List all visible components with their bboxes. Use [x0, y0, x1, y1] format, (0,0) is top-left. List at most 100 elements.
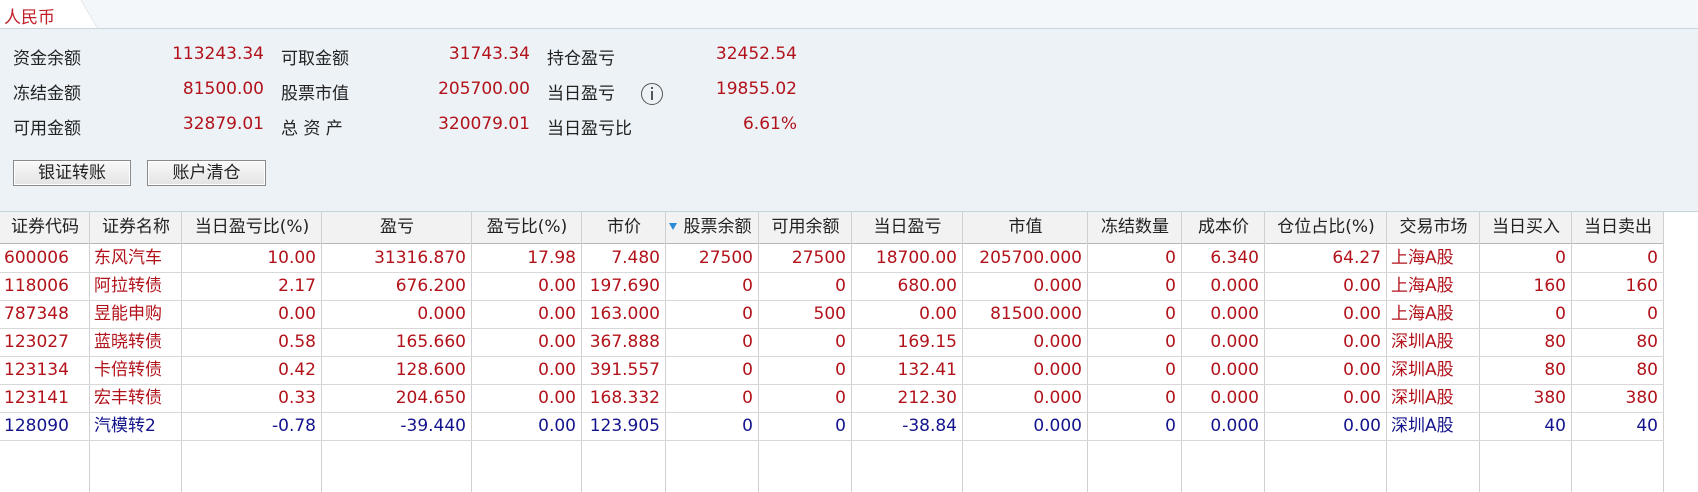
info-icon[interactable]	[641, 83, 663, 105]
table-cell: 0.000	[1033, 276, 1082, 296]
table-cell: 367.888	[589, 332, 660, 352]
column-header[interactable]: 市价	[582, 212, 666, 243]
table-cell: 0	[1165, 416, 1176, 436]
table-cell: 昱能申购	[94, 304, 162, 324]
tab-bar: 人民币	[0, 0, 1698, 29]
table-cell: 80	[1636, 332, 1658, 352]
table-cell: 7.480	[611, 248, 660, 268]
column-header[interactable]: 证券名称	[90, 212, 182, 243]
summary-value-frozen: 81500.00	[182, 79, 264, 99]
table-cell: 0.00	[1343, 276, 1381, 296]
table-row[interactable]: 118006 阿拉转债 2.17 676.200 0.00 197.690 0 0 680.00…	[0, 272, 1664, 301]
table-row[interactable]: 123027 蓝晓转债 0.58 165.660 0.00 367.888 0 0 169.15…	[0, 328, 1664, 357]
bank-transfer-button[interactable]: 银证转账	[13, 160, 131, 186]
table-row[interactable]: 128090 汽模转2 -0.78 -39.440 0.00 123.905 0 0 -38.8…	[0, 412, 1664, 441]
table-cell: 81500.000	[990, 304, 1082, 324]
table-cell: 31316.870	[374, 248, 466, 268]
summary-value-daily-pnl-ratio: 6.61%	[742, 114, 797, 134]
table-cell: 蓝晓转债	[94, 332, 162, 352]
table-cell: 0.00	[1343, 416, 1381, 436]
table-cell: 0	[1555, 304, 1566, 324]
table-cell: 东风汽车	[94, 248, 162, 268]
table-cell: 123134	[4, 360, 69, 380]
table-cell: 上海A股	[1391, 304, 1454, 324]
table-cell: 0.33	[278, 388, 316, 408]
table-cell: 0.000	[1210, 332, 1259, 352]
table-cell: 0.000	[1033, 388, 1082, 408]
table-cell: 27500	[698, 248, 753, 268]
column-header[interactable]: 可用余额	[759, 212, 852, 243]
table-row[interactable]: 600006 东风汽车 10.00 31316.870 17.98 7.480 27500 2…	[0, 244, 1664, 273]
summary-value-daily-pnl: 19855.02	[715, 79, 797, 99]
table-cell: 40	[1636, 416, 1658, 436]
table-cell: 深圳A股	[1391, 416, 1454, 436]
table-cell: 676.200	[395, 276, 466, 296]
table-cell: 391.557	[589, 360, 660, 380]
table-cell: 0	[835, 416, 846, 436]
table-cell: 160	[1533, 276, 1566, 296]
account-summary-panel: 资金余额 113243.34 可取金额 31743.34 持仓盈亏 32452.…	[0, 29, 1698, 212]
table-cell: 0.000	[1210, 276, 1259, 296]
column-header[interactable]: 冻结数量	[1088, 212, 1182, 243]
table-cell: 380	[1533, 388, 1566, 408]
column-header[interactable]: 成本价	[1182, 212, 1265, 243]
column-header[interactable]: 当日盈亏	[852, 212, 963, 243]
table-cell: 0	[1165, 248, 1176, 268]
table-cell: 118006	[4, 276, 69, 296]
summary-label-frozen: 冻结金额	[13, 84, 81, 104]
table-cell: 0	[835, 276, 846, 296]
clear-account-button[interactable]: 账户清仓	[147, 160, 266, 186]
table-cell: 深圳A股	[1391, 332, 1454, 352]
column-header[interactable]: 盈亏比(%)	[472, 212, 582, 243]
table-cell: 0.00	[1343, 388, 1381, 408]
table-cell: 0.00	[538, 416, 576, 436]
column-header[interactable]: 证券代码	[0, 212, 90, 243]
table-cell: 680.00	[897, 276, 957, 296]
table-cell: 160	[1625, 276, 1658, 296]
table-cell: 0	[1555, 248, 1566, 268]
table-cell: 0.00	[538, 276, 576, 296]
table-cell: 0	[1165, 332, 1176, 352]
summary-label-position-pnl: 持仓盈亏	[547, 49, 615, 69]
column-header[interactable]: 盈亏	[322, 212, 472, 243]
column-header[interactable]: 当日卖出	[1572, 212, 1664, 243]
table-cell: 上海A股	[1391, 276, 1454, 296]
summary-label-daily-pnl-ratio: 当日盈亏比	[547, 119, 632, 139]
table-cell: 212.30	[897, 388, 957, 408]
summary-label-stock-value: 股票市值	[281, 84, 349, 104]
table-cell: 0	[1647, 304, 1658, 324]
table-cell: 0	[835, 332, 846, 352]
table-cell: 10.00	[267, 248, 316, 268]
table-cell: 阿拉转债	[94, 276, 162, 296]
table-cell: 深圳A股	[1391, 360, 1454, 380]
table-cell: 128090	[4, 416, 69, 436]
column-header[interactable]: 仓位占比(%)	[1265, 212, 1387, 243]
column-header[interactable]: 市值	[963, 212, 1088, 243]
table-cell: 0	[1165, 276, 1176, 296]
table-cell: 0.000	[417, 304, 466, 324]
table-cell: 0.00	[1343, 304, 1381, 324]
table-row[interactable]: 787348 昱能申购 0.00 0.000 0.00 163.000 0 500 0.00 81…	[0, 300, 1664, 329]
column-header[interactable]: 当日买入	[1480, 212, 1572, 243]
column-header[interactable]: 交易市场	[1387, 212, 1480, 243]
table-cell: 80	[1544, 332, 1566, 352]
table-cell: 205700.000	[979, 248, 1082, 268]
table-cell: 0	[1165, 304, 1176, 324]
table-cell: 17.98	[527, 248, 576, 268]
table-cell: 0	[742, 304, 753, 324]
summary-label-fund-balance: 资金余额	[13, 49, 81, 69]
table-cell: 500	[813, 304, 846, 324]
summary-value-stock-value: 205700.00	[438, 79, 530, 99]
table-cell: 0	[742, 276, 753, 296]
table-cell: 宏丰转债	[94, 388, 162, 408]
table-cell: 168.332	[589, 388, 660, 408]
table-cell: 165.660	[395, 332, 466, 352]
table-row[interactable]: 123141 宏丰转债 0.33 204.650 0.00 168.332 0 0 212.30…	[0, 384, 1664, 413]
table-cell: 上海A股	[1391, 248, 1454, 268]
table-cell: 0.000	[1210, 304, 1259, 324]
table-cell: 123141	[4, 388, 69, 408]
column-header[interactable]: 股票余额	[666, 212, 759, 243]
table-row[interactable]: 123134 卡倍转债 0.42 128.600 0.00 391.557 0 0 132.41…	[0, 356, 1664, 385]
table-cell: 6.340	[1210, 248, 1259, 268]
column-header[interactable]: 当日盈亏比(%)	[182, 212, 322, 243]
